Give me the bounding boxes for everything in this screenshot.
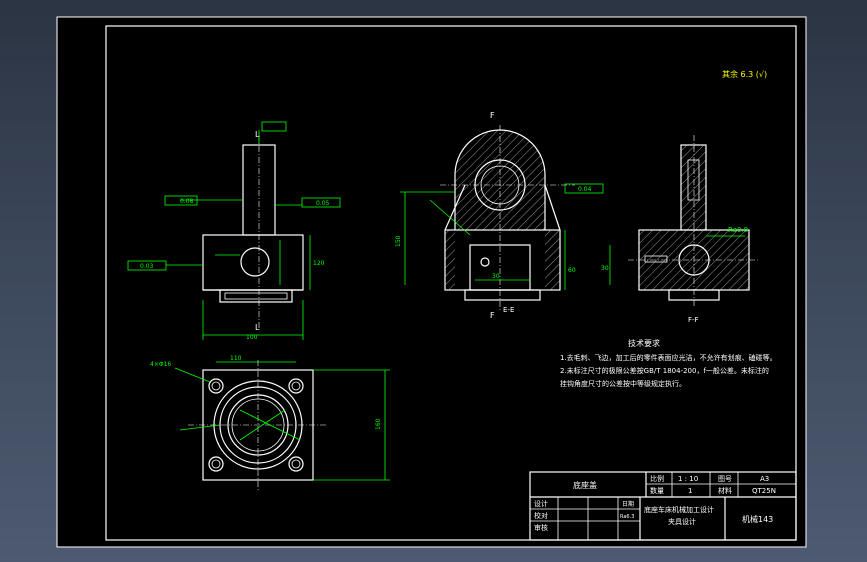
svg-text:30: 30 xyxy=(601,265,609,272)
svg-text:0.03: 0.03 xyxy=(140,263,154,270)
roughness-note: 其余 6.3 (√) xyxy=(722,69,767,79)
svg-text:夹具设计: 夹具设计 xyxy=(668,517,696,526)
dim-top-bolt: 110 xyxy=(230,355,242,362)
section-marker-bottom: L xyxy=(255,323,260,332)
section-ee-label: E-E xyxy=(503,306,514,314)
ra-right-label: Ra0.8 xyxy=(728,226,748,234)
notes-line-1: 1.去毛刺、飞边，加工后的零件表面应光洁，不允许有划痕、磕碰等。 xyxy=(560,353,777,362)
dim-front-height: 120 xyxy=(313,260,325,267)
svg-text:0.05: 0.05 xyxy=(316,200,330,207)
svg-text:日期: 日期 xyxy=(622,500,634,508)
material-value: QT25N xyxy=(752,487,776,495)
svg-text:图号: 图号 xyxy=(718,475,732,483)
section-f-bottom: F xyxy=(490,311,495,320)
svg-text:0.04: 0.04 xyxy=(578,186,592,193)
notes-line-2: 2.未标注尺寸的极限公差按GB/T 1804-200，f一般公差。未标注的 xyxy=(560,366,769,375)
drawing-canvas: 其余 6.3 (√) 100 120 0.08 0.03 0.05 L L 16… xyxy=(56,16,807,548)
dim-holes-callout: 4×Φ16 xyxy=(150,361,171,368)
section-marker-top: L xyxy=(255,130,260,139)
drawing-number: A3 xyxy=(760,475,769,483)
svg-text:比例: 比例 xyxy=(650,474,664,483)
svg-text:30: 30 xyxy=(492,273,500,280)
scale-value: 1 : 10 xyxy=(678,475,698,483)
dim-ee-height: 150 xyxy=(395,235,402,247)
section-ff-label: F-F xyxy=(688,316,699,324)
part-name: 底座盖 xyxy=(573,480,597,490)
notes-heading: 技术要求 xyxy=(628,338,660,348)
svg-text:Ra6.3: Ra6.3 xyxy=(620,514,634,520)
svg-text:校对: 校对 xyxy=(534,511,548,520)
svg-text:审核: 审核 xyxy=(534,523,548,532)
class-label: 机械143 xyxy=(742,514,773,524)
svg-text:数量: 数量 xyxy=(650,486,664,495)
dim-ee-lower: 60 xyxy=(568,267,576,274)
dim-top-height: 160 xyxy=(375,418,382,430)
section-f-top: F xyxy=(490,111,495,120)
cad-viewport[interactable]: 其余 6.3 (√) 100 120 0.08 0.03 0.05 L L 16… xyxy=(0,0,867,562)
dim-front-width: 100 xyxy=(246,334,258,341)
project-title: 底座车床机械加工设计 xyxy=(644,505,714,514)
notes-line-3: 挂钩角度尺寸的公差按中等级规定执行。 xyxy=(560,379,686,388)
svg-text:材料: 材料 xyxy=(718,486,732,495)
svg-text:设计: 设计 xyxy=(534,499,548,508)
svg-text:0.08: 0.08 xyxy=(180,198,194,205)
quantity-value: 1 xyxy=(688,487,692,495)
